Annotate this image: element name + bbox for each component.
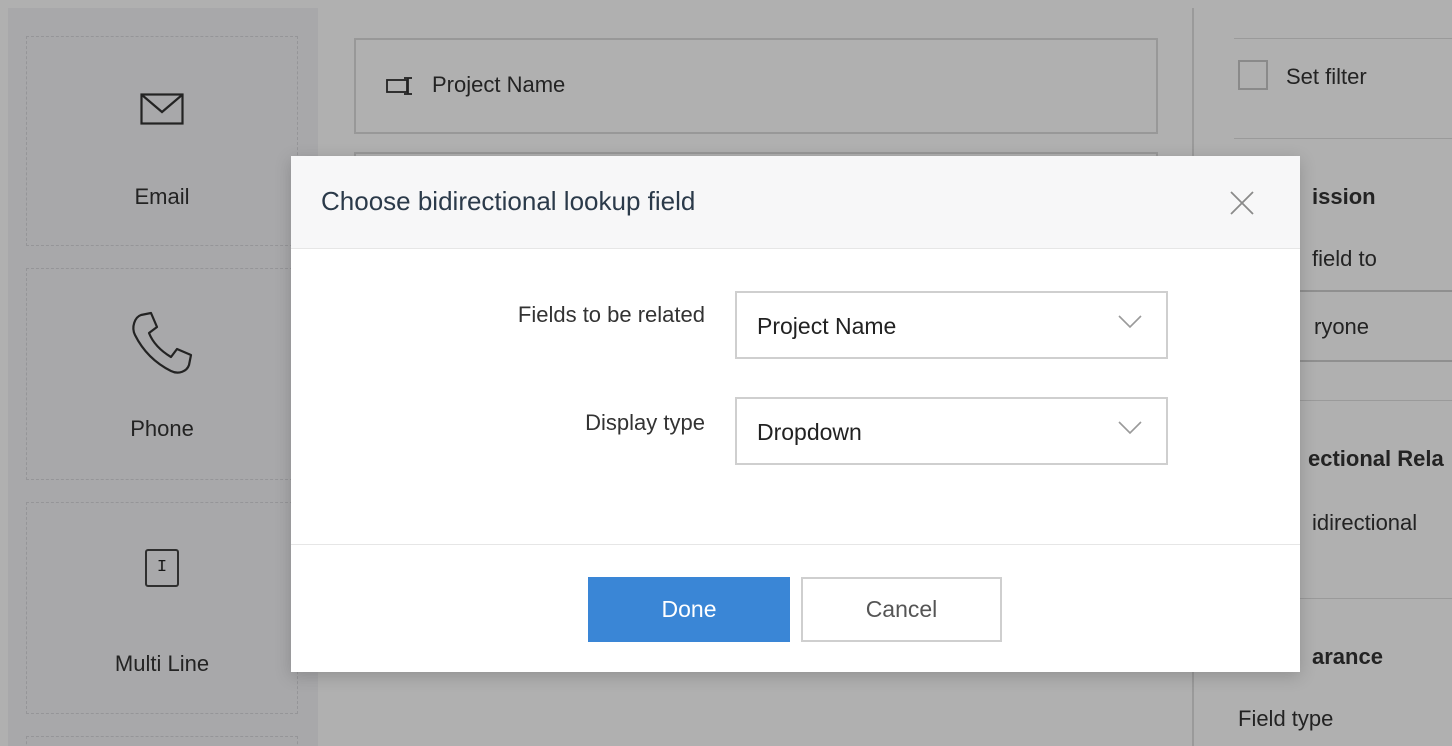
dialog-footer: Done Cancel	[291, 544, 1300, 673]
chevron-down-icon	[1118, 315, 1142, 334]
fields-related-label: Fields to be related	[517, 302, 705, 327]
chevron-down-icon	[1118, 421, 1142, 440]
close-icon[interactable]	[1225, 186, 1259, 220]
dialog-title: Choose bidirectional lookup field	[321, 186, 696, 216]
done-button[interactable]: Done	[588, 577, 790, 642]
bidirectional-lookup-dialog: Choose bidirectional lookup field Fields…	[291, 156, 1300, 672]
cancel-button[interactable]: Cancel	[801, 577, 1002, 642]
dialog-header: Choose bidirectional lookup field	[291, 156, 1300, 249]
fields-related-select[interactable]: Project Name	[735, 291, 1168, 359]
select-value: Dropdown	[757, 419, 862, 445]
display-type-select[interactable]: Dropdown	[735, 397, 1168, 465]
display-type-label: Display type	[585, 410, 705, 435]
select-value: Project Name	[757, 313, 897, 339]
